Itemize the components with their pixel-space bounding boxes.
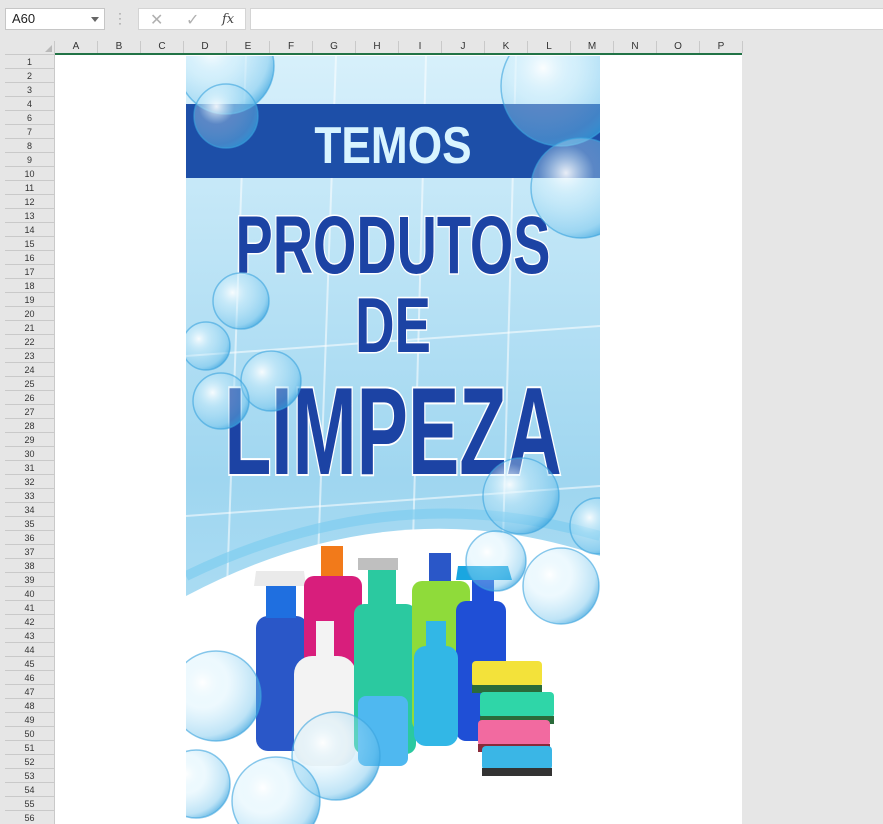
row-header-1[interactable]: 1 [5, 55, 54, 69]
row-header-21[interactable]: 21 [5, 321, 54, 335]
column-header-m[interactable]: M [571, 41, 614, 53]
column-header-o[interactable]: O [657, 41, 700, 53]
row-header-10[interactable]: 10 [5, 167, 54, 181]
column-header-d[interactable]: D [184, 41, 227, 53]
row-header-46[interactable]: 46 [5, 671, 54, 685]
poster-line-de: DE [355, 282, 431, 369]
enter-icon[interactable]: ✓ [186, 10, 199, 30]
row-header-17[interactable]: 17 [5, 265, 54, 279]
row-header-27[interactable]: 27 [5, 405, 54, 419]
row-header-7[interactable]: 7 [5, 125, 54, 139]
row-header-51[interactable]: 51 [5, 741, 54, 755]
column-header-j[interactable]: J [442, 41, 485, 53]
row-header-12[interactable]: 12 [5, 195, 54, 209]
row-header-22[interactable]: 22 [5, 335, 54, 349]
row-header-43[interactable]: 43 [5, 629, 54, 643]
column-header-g[interactable]: G [313, 41, 356, 53]
row-header-44[interactable]: 44 [5, 643, 54, 657]
select-all-corner[interactable] [5, 41, 55, 55]
column-header-i[interactable]: I [399, 41, 442, 53]
name-box-dropdown-icon[interactable] [91, 17, 99, 22]
row-header-53[interactable]: 53 [5, 769, 54, 783]
row-header-47[interactable]: 47 [5, 685, 54, 699]
row-header-15[interactable]: 15 [5, 237, 54, 251]
name-box-value: A60 [12, 11, 36, 26]
row-header-45[interactable]: 45 [5, 657, 54, 671]
row-header-39[interactable]: 39 [5, 573, 54, 587]
row-header-55[interactable]: 55 [5, 797, 54, 811]
row-header-24[interactable]: 24 [5, 363, 54, 377]
column-header-b[interactable]: B [98, 41, 141, 53]
row-header-6[interactable]: 6 [5, 111, 54, 125]
row-header-32[interactable]: 32 [5, 475, 54, 489]
column-header-h[interactable]: H [356, 41, 399, 53]
row-header-49[interactable]: 49 [5, 713, 54, 727]
row-header-33[interactable]: 33 [5, 489, 54, 503]
formula-buttons: ✕ ✓ fx [138, 8, 246, 30]
poster-line-produtos: PRODUTOS [236, 199, 551, 290]
row-header-38[interactable]: 38 [5, 559, 54, 573]
row-header-40[interactable]: 40 [5, 587, 54, 601]
row-header-26[interactable]: 26 [5, 391, 54, 405]
row-header-14[interactable]: 14 [5, 223, 54, 237]
row-header-11[interactable]: 11 [5, 181, 54, 195]
row-header-23[interactable]: 23 [5, 349, 54, 363]
row-header-29[interactable]: 29 [5, 433, 54, 447]
column-header-e[interactable]: E [227, 41, 270, 53]
column-header-k[interactable]: K [485, 41, 528, 53]
row-header-16[interactable]: 16 [5, 251, 54, 265]
row-header-31[interactable]: 31 [5, 461, 54, 475]
column-header-n[interactable]: N [614, 41, 657, 53]
poster-line-temos: TEMOS [314, 117, 471, 175]
row-header-36[interactable]: 36 [5, 531, 54, 545]
column-header-l[interactable]: L [528, 41, 571, 53]
name-box[interactable]: A60 [5, 8, 105, 30]
insert-function-icon[interactable]: fx [222, 12, 234, 27]
row-header-3[interactable]: 3 [5, 83, 54, 97]
row-header-13[interactable]: 13 [5, 209, 54, 223]
row-header-52[interactable]: 52 [5, 755, 54, 769]
column-header-f[interactable]: F [270, 41, 313, 53]
row-header-4[interactable]: 4 [5, 97, 54, 111]
row-header-48[interactable]: 48 [5, 699, 54, 713]
row-header-2[interactable]: 2 [5, 69, 54, 83]
row-header-56[interactable]: 56 [5, 811, 54, 824]
cleaning-products-poster-image: TEMOS PRODUTOS DE LIMPEZA [186, 56, 600, 824]
row-headers: 1 2 3 4 6 7 8 9 10 11 12 13 14 15 16 17 18 19 20 21 22 23 24 25… [5, 55, 55, 824]
row-header-20[interactable]: 20 [5, 307, 54, 321]
column-header-p[interactable]: P [700, 41, 743, 53]
row-header-18[interactable]: 18 [5, 279, 54, 293]
row-header-50[interactable]: 50 [5, 727, 54, 741]
more-options-icon[interactable]: · · · [118, 7, 122, 29]
row-header-9[interactable]: 9 [5, 153, 54, 167]
row-header-35[interactable]: 35 [5, 517, 54, 531]
row-header-30[interactable]: 30 [5, 447, 54, 461]
row-header-54[interactable]: 54 [5, 783, 54, 797]
row-header-37[interactable]: 37 [5, 545, 54, 559]
row-header-41[interactable]: 41 [5, 601, 54, 615]
column-header-a[interactable]: A [55, 41, 98, 53]
row-header-34[interactable]: 34 [5, 503, 54, 517]
formula-bar: A60 · · · ✕ ✓ fx [0, 0, 883, 40]
column-headers: ABCDEFGHIJKLMNOP [55, 41, 743, 55]
row-header-28[interactable]: 28 [5, 419, 54, 433]
row-header-42[interactable]: 42 [5, 615, 54, 629]
cancel-icon[interactable]: ✕ [150, 10, 163, 30]
row-header-8[interactable]: 8 [5, 139, 54, 153]
column-header-c[interactable]: C [141, 41, 184, 53]
formula-input[interactable] [250, 8, 883, 30]
row-header-25[interactable]: 25 [5, 377, 54, 391]
row-header-19[interactable]: 19 [5, 293, 54, 307]
